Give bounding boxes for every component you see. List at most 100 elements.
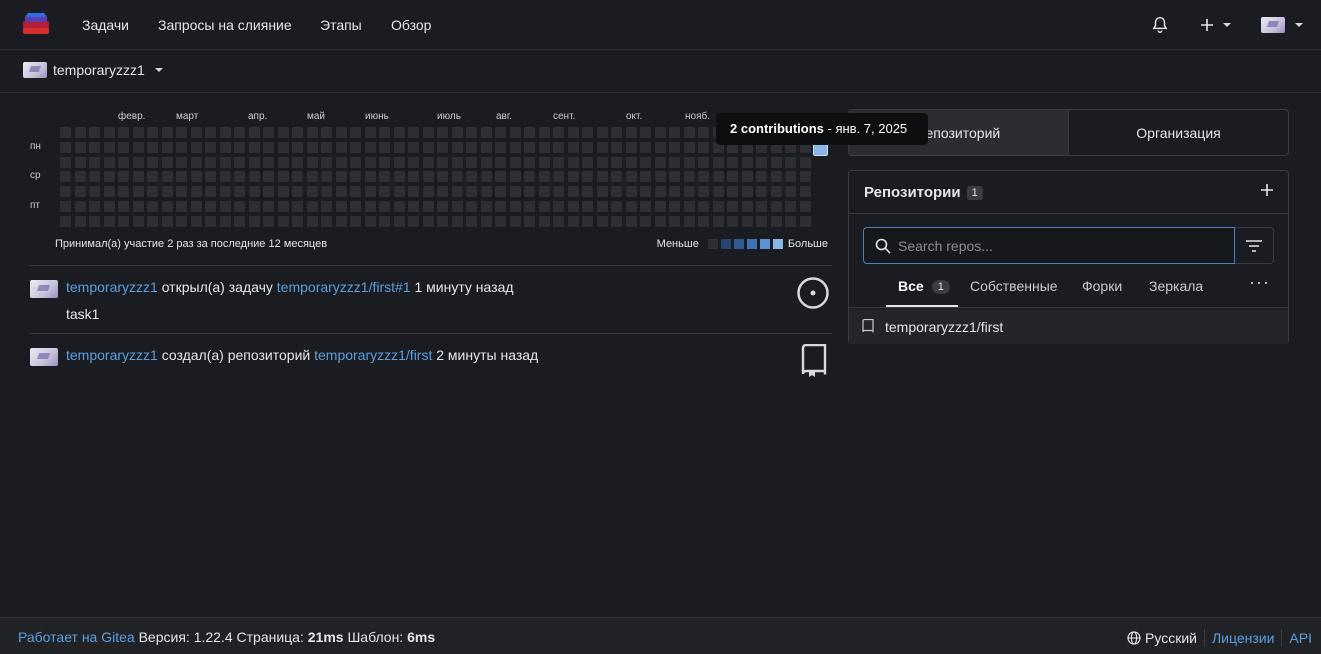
heatmap-day-cell[interactable] [640, 127, 651, 138]
heatmap-day-cell[interactable] [596, 186, 608, 198]
heatmap-day-cell[interactable] [306, 156, 318, 168]
heatmap-day-cell[interactable] [567, 186, 579, 198]
heatmap-day-cell[interactable] [770, 171, 782, 183]
tab-owned[interactable]: Собственные [970, 278, 1058, 294]
heatmap-day-cell[interactable] [89, 171, 100, 183]
heatmap-day-cell[interactable] [393, 141, 405, 153]
heatmap-day-cell[interactable] [741, 201, 753, 212]
heatmap-day-cell[interactable] [277, 141, 289, 153]
heatmap-day-cell[interactable] [466, 127, 477, 138]
heatmap-day-cell[interactable] [205, 201, 216, 212]
user-menu-button[interactable] [1261, 12, 1303, 38]
heatmap-day-cell[interactable] [756, 171, 767, 183]
heatmap-day-cell[interactable] [654, 171, 666, 183]
nav-issues[interactable]: Задачи [82, 17, 129, 33]
heatmap-day-cell[interactable] [683, 141, 695, 153]
heatmap-day-cell[interactable] [756, 215, 767, 227]
heatmap-day-cell[interactable] [785, 201, 796, 212]
heatmap-day-cell[interactable] [147, 201, 158, 212]
heatmap-day-cell[interactable] [538, 156, 550, 168]
heatmap-day-cell[interactable] [741, 171, 753, 183]
heatmap-day-cell[interactable] [190, 171, 202, 183]
heatmap-day-cell[interactable] [553, 127, 564, 138]
heatmap-day-cell[interactable] [495, 156, 506, 168]
heatmap-day-cell[interactable] [263, 141, 274, 153]
heatmap-day-cell[interactable] [567, 156, 579, 168]
heatmap-day-cell[interactable] [147, 156, 158, 168]
heatmap-day-cell[interactable] [654, 215, 666, 227]
heatmap-day-cell[interactable] [248, 127, 260, 138]
heatmap-day-cell[interactable] [785, 215, 796, 227]
heatmap-day-cell[interactable] [190, 127, 202, 138]
heatmap-day-cell[interactable] [103, 201, 115, 212]
heatmap-day-cell[interactable] [712, 171, 724, 183]
heatmap-day-cell[interactable] [132, 156, 144, 168]
heatmap-day-cell[interactable] [495, 171, 506, 183]
heatmap-day-cell[interactable] [683, 201, 695, 212]
heatmap-day-cell[interactable] [393, 201, 405, 212]
heatmap-day-cell[interactable] [277, 127, 289, 138]
heatmap-day-cell[interactable] [118, 156, 129, 168]
heatmap-day-cell[interactable] [437, 186, 448, 198]
heatmap-day-cell[interactable] [74, 141, 86, 153]
heatmap-day-cell[interactable] [248, 201, 260, 212]
heatmap-day-cell[interactable] [422, 127, 434, 138]
heatmap-day-cell[interactable] [292, 201, 303, 212]
heatmap-day-cell[interactable] [161, 215, 173, 227]
heatmap-day-cell[interactable] [466, 215, 477, 227]
heatmap-day-cell[interactable] [89, 127, 100, 138]
heatmap-day-cell[interactable] [770, 201, 782, 212]
heatmap-day-cell[interactable] [132, 201, 144, 212]
nav-milestones[interactable]: Этапы [320, 17, 362, 33]
heatmap-day-cell[interactable] [161, 201, 173, 212]
heatmap-day-cell[interactable] [611, 201, 622, 212]
heatmap-day-cell[interactable] [509, 127, 521, 138]
language-selector[interactable]: Русский [1127, 630, 1197, 646]
heatmap-day-cell[interactable] [234, 156, 245, 168]
heatmap-day-cell[interactable] [335, 127, 347, 138]
heatmap-day-cell[interactable] [292, 215, 303, 227]
heatmap-day-cell[interactable] [480, 141, 492, 153]
heatmap-day-cell[interactable] [582, 171, 593, 183]
heatmap-day-cell[interactable] [277, 156, 289, 168]
heatmap-day-cell[interactable] [437, 201, 448, 212]
heatmap-day-cell[interactable] [103, 156, 115, 168]
heatmap-day-cell[interactable] [495, 201, 506, 212]
heatmap-day-cell[interactable] [306, 186, 318, 198]
heatmap-day-cell[interactable] [611, 215, 622, 227]
heatmap-day-cell[interactable] [698, 171, 709, 183]
tab-all[interactable]: Все 1 [898, 278, 950, 294]
heatmap-day-cell[interactable] [292, 186, 303, 198]
heatmap-day-cell[interactable] [480, 127, 492, 138]
heatmap-day-cell[interactable] [306, 215, 318, 227]
heatmap-day-cell[interactable] [263, 171, 274, 183]
api-link[interactable]: API [1289, 630, 1312, 646]
heatmap-day-cell[interactable] [582, 201, 593, 212]
heatmap-day-cell[interactable] [625, 186, 637, 198]
heatmap-day-cell[interactable] [306, 201, 318, 212]
heatmap-day-cell[interactable] [625, 156, 637, 168]
heatmap-day-cell[interactable] [234, 186, 245, 198]
heatmap-day-cell[interactable] [596, 171, 608, 183]
heatmap-day-cell[interactable] [103, 171, 115, 183]
heatmap-day-cell[interactable] [393, 171, 405, 183]
heatmap-day-cell[interactable] [132, 171, 144, 183]
heatmap-day-cell[interactable] [219, 141, 231, 153]
heatmap-day-cell[interactable] [712, 156, 724, 168]
nav-pulls[interactable]: Запросы на слияние [158, 17, 292, 33]
heatmap-day-cell[interactable] [611, 171, 622, 183]
heatmap-day-cell[interactable] [234, 215, 245, 227]
heatmap-day-cell[interactable] [451, 186, 463, 198]
heatmap-day-cell[interactable] [60, 215, 71, 227]
heatmap-day-cell[interactable] [118, 127, 129, 138]
heatmap-day-cell[interactable] [364, 141, 376, 153]
heatmap-day-cell[interactable] [451, 201, 463, 212]
heatmap-day-cell[interactable] [103, 141, 115, 153]
heatmap-day-cell[interactable] [596, 141, 608, 153]
heatmap-day-cell[interactable] [799, 201, 811, 212]
heatmap-day-cell[interactable] [437, 141, 448, 153]
heatmap-day-cell[interactable] [756, 201, 767, 212]
heatmap-day-cell[interactable] [567, 141, 579, 153]
heatmap-day-cell[interactable] [147, 127, 158, 138]
heatmap-day-cell[interactable] [683, 127, 695, 138]
